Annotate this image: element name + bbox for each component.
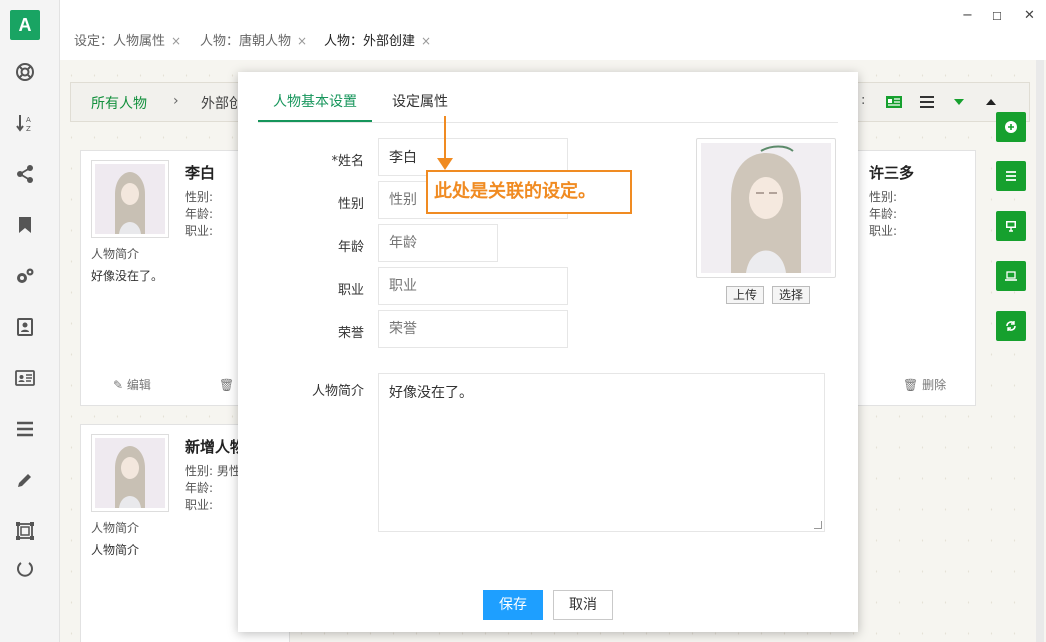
tab-attributes[interactable]: 设定：人物属性 × bbox=[60, 20, 195, 60]
honor-label: 荣誉 bbox=[337, 326, 364, 341]
contact-book-icon[interactable] bbox=[13, 315, 37, 339]
tab-label: 设定：人物属性 bbox=[74, 34, 166, 49]
tab-label: 人物：唐朝人物 bbox=[200, 34, 292, 49]
character-photo bbox=[696, 138, 836, 278]
sort-az-icon[interactable]: AZ bbox=[13, 111, 37, 135]
list-icon bbox=[1006, 171, 1016, 181]
card-age: 年龄: bbox=[185, 207, 214, 221]
tab-basic-settings[interactable]: 人物基本设置 bbox=[258, 86, 372, 122]
age-field[interactable] bbox=[378, 224, 498, 262]
breadcrumb-root[interactable]: 所有人物 bbox=[91, 93, 147, 113]
caret-up-icon[interactable] bbox=[983, 95, 999, 109]
laptop-icon bbox=[1005, 271, 1017, 281]
caret-down-icon[interactable] bbox=[951, 95, 967, 109]
resize-grip-icon[interactable] bbox=[814, 521, 822, 529]
save-button[interactable]: 保存 bbox=[483, 590, 543, 620]
name-label: *姓名 bbox=[331, 154, 364, 169]
power-icon[interactable] bbox=[13, 556, 37, 580]
tab-label: 人物：外部创建 bbox=[324, 34, 416, 49]
avatar bbox=[91, 160, 169, 238]
left-sidebar: A AZ bbox=[0, 0, 60, 642]
edit-label: 编辑 bbox=[126, 378, 151, 392]
tab-bar: 设定：人物属性 × 人物：唐朝人物 × 人物：外部创建 × bbox=[60, 20, 1046, 60]
menu-lines-icon[interactable] bbox=[13, 417, 37, 441]
add-button[interactable] bbox=[996, 112, 1026, 142]
job-field[interactable] bbox=[378, 267, 568, 305]
card-gender: 性别: 男性 bbox=[185, 464, 241, 478]
desktop-button[interactable] bbox=[996, 211, 1026, 241]
age-label: 年龄 bbox=[337, 240, 364, 255]
cancel-button[interactable]: 取消 bbox=[553, 590, 613, 620]
card-job: 职业: bbox=[185, 498, 214, 512]
card-intro: 人物简介 bbox=[91, 543, 140, 557]
refresh-icon bbox=[1006, 321, 1016, 331]
plus-circle-icon bbox=[1005, 121, 1017, 133]
tab-divider bbox=[258, 122, 838, 123]
list-view-icon[interactable] bbox=[919, 95, 935, 109]
delete-button[interactable]: 🗑 删除 bbox=[903, 376, 946, 393]
lifebuoy-icon[interactable] bbox=[13, 60, 37, 84]
desktop-icon bbox=[1006, 221, 1016, 232]
object-group-icon[interactable] bbox=[13, 519, 37, 543]
tab-external-created[interactable]: 人物：外部创建 × bbox=[310, 20, 446, 60]
intro-textarea[interactable]: 好像没在了。 bbox=[378, 373, 825, 532]
close-icon[interactable]: × bbox=[171, 34, 181, 48]
upload-button[interactable]: 上传 bbox=[726, 286, 765, 304]
card-intro: 好像没在了。 bbox=[91, 269, 164, 283]
close-window-button[interactable]: ✕ bbox=[1024, 8, 1035, 23]
card-gender: 性别: bbox=[869, 190, 898, 204]
laptop-button[interactable] bbox=[996, 261, 1026, 291]
delete-label: 删除 bbox=[922, 378, 947, 392]
app-logo: A bbox=[10, 10, 40, 40]
card-name: 李白 bbox=[185, 164, 216, 182]
minimize-button[interactable]: − bbox=[962, 8, 973, 23]
cogs-icon[interactable] bbox=[13, 264, 37, 288]
edit-button[interactable]: ✎ 编辑 bbox=[113, 376, 151, 393]
card-view-icon[interactable] bbox=[886, 95, 902, 109]
annotation-callout: 此处是关联的设定。 bbox=[426, 170, 632, 214]
card-job: 职业: bbox=[869, 224, 898, 238]
job-label: 职业 bbox=[337, 283, 364, 298]
annotation-arrow-head bbox=[437, 158, 453, 170]
list-button[interactable] bbox=[996, 161, 1026, 191]
close-icon[interactable]: × bbox=[297, 34, 307, 48]
svg-text:Z: Z bbox=[26, 125, 31, 133]
share-icon[interactable] bbox=[13, 162, 37, 186]
scrollbar[interactable] bbox=[1036, 60, 1044, 642]
breadcrumb-current[interactable]: 外部创 bbox=[201, 93, 243, 113]
card-gender: 性别: bbox=[185, 190, 214, 204]
tab-attribute-settings[interactable]: 设定属性 bbox=[377, 86, 463, 122]
refresh-button[interactable] bbox=[996, 311, 1026, 341]
tab-tang-characters[interactable]: 人物：唐朝人物 × bbox=[186, 20, 321, 60]
edit-character-dialog: 人物基本设置 设定属性 *姓名 性别 年龄 职业 荣誉 人物简介 好像没在了。 … bbox=[238, 72, 858, 632]
svg-text:A: A bbox=[26, 116, 31, 124]
close-icon[interactable]: × bbox=[421, 34, 431, 48]
card-age: 年龄: bbox=[869, 207, 898, 221]
bookmark-icon[interactable] bbox=[13, 213, 37, 237]
choose-button[interactable]: 选择 bbox=[772, 286, 811, 304]
honor-field[interactable] bbox=[378, 310, 568, 348]
annotation-arrow bbox=[444, 116, 446, 162]
pencil-icon[interactable] bbox=[13, 468, 37, 492]
avatar bbox=[91, 434, 169, 512]
intro-text: 好像没在了。 bbox=[389, 385, 473, 401]
breadcrumb-separator: › bbox=[173, 93, 179, 109]
maximize-button[interactable]: ☐ bbox=[992, 10, 1002, 23]
intro-label: 人物简介 bbox=[311, 384, 364, 399]
toolbar-colon: : bbox=[861, 93, 866, 108]
card-job: 职业: bbox=[185, 224, 214, 238]
card-intro-label: 人物简介 bbox=[91, 521, 140, 535]
gender-label: 性别 bbox=[337, 197, 364, 212]
card-age: 年龄: bbox=[185, 481, 214, 495]
card-name: 新增人物 bbox=[185, 438, 246, 456]
id-card-icon[interactable] bbox=[13, 366, 37, 390]
card-intro-label: 人物简介 bbox=[91, 247, 140, 261]
card-name: 许三多 bbox=[869, 164, 915, 182]
